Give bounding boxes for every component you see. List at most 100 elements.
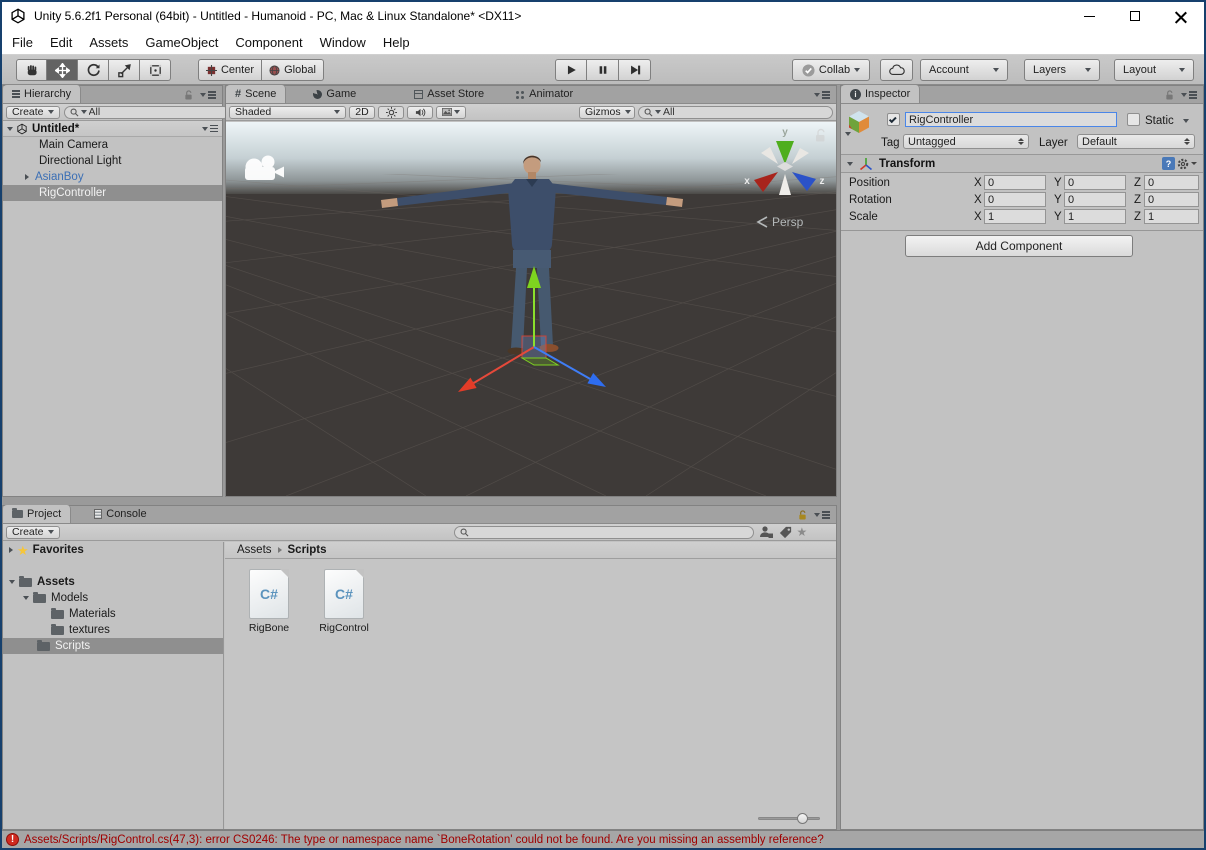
icon-zoom-slider[interactable] — [758, 813, 820, 824]
menu-assets[interactable]: Assets — [89, 35, 128, 50]
step-button[interactable] — [619, 59, 651, 81]
layer-dropdown[interactable]: Default — [1077, 134, 1195, 149]
lock-icon[interactable] — [798, 509, 807, 521]
pane-menu-icon[interactable] — [1181, 93, 1197, 97]
tree-materials[interactable]: Materials — [3, 606, 223, 622]
help-icon[interactable] — [1162, 157, 1175, 170]
breadcrumb-assets[interactable]: Assets — [237, 544, 272, 556]
tag-dropdown[interactable]: Untagged — [903, 134, 1029, 149]
tab-console[interactable]: Console — [85, 505, 155, 523]
slider-knob[interactable] — [797, 813, 808, 824]
shading-mode-dropdown[interactable]: Shaded — [229, 105, 346, 119]
tab-scene[interactable]: Scene — [226, 85, 287, 103]
rotation-z-field[interactable] — [1144, 192, 1199, 207]
tree-textures[interactable]: textures — [3, 622, 223, 638]
panel-resize-handle[interactable] — [2, 497, 837, 505]
menu-component[interactable]: Component — [235, 35, 302, 50]
hierarchy-search[interactable] — [63, 105, 230, 119]
toggle-2d-button[interactable]: 2D — [349, 105, 375, 119]
search-by-type-icon[interactable] — [758, 525, 774, 539]
menu-file[interactable]: File — [12, 35, 33, 50]
scale-x-field[interactable] — [984, 209, 1046, 224]
hierarchy-item-directional-light[interactable]: Directional Light — [3, 153, 222, 169]
object-name-field[interactable] — [905, 112, 1117, 127]
hierarchy-scene-row[interactable]: Untitled* — [3, 121, 222, 137]
foldout-icon[interactable] — [847, 161, 853, 166]
active-checkbox[interactable] — [887, 113, 900, 126]
account-dropdown[interactable]: Account — [920, 59, 1008, 81]
position-x-field[interactable] — [984, 175, 1046, 190]
move-tool-button[interactable] — [47, 59, 78, 81]
tab-game[interactable]: Game — [304, 85, 365, 103]
pivot-center-button[interactable]: Center — [198, 59, 262, 81]
global-button[interactable]: Global — [262, 59, 324, 81]
collapse-icon[interactable] — [23, 596, 29, 600]
pause-button[interactable] — [587, 59, 619, 81]
static-flags-arrow[interactable] — [1183, 119, 1189, 123]
rotation-y-field[interactable] — [1064, 192, 1126, 207]
pane-menu-icon[interactable] — [200, 93, 216, 97]
tab-inspector[interactable]: Inspector — [841, 85, 921, 103]
expand-icon[interactable] — [9, 547, 13, 553]
expand-icon[interactable] — [25, 174, 29, 180]
layers-dropdown[interactable]: Layers — [1024, 59, 1100, 81]
tab-animator[interactable]: Animator — [507, 85, 582, 103]
maximize-button[interactable] — [1112, 2, 1158, 30]
lighting-toggle-button[interactable] — [378, 105, 404, 119]
minimize-button[interactable] — [1066, 2, 1112, 30]
tree-assets[interactable]: Assets — [3, 574, 223, 590]
project-search[interactable] — [453, 525, 754, 539]
search-by-label-icon[interactable] — [778, 525, 793, 539]
audio-toggle-button[interactable] — [407, 105, 433, 119]
tab-project[interactable]: Project — [3, 505, 72, 523]
file-rigbone[interactable]: C# RigBone — [238, 569, 300, 634]
scene-row-menu-icon[interactable] — [202, 126, 218, 131]
transform-header[interactable]: Transform — [841, 154, 1203, 173]
rotate-tool-button[interactable] — [78, 59, 109, 81]
file-rigcontrol[interactable]: C# RigControl — [313, 569, 375, 634]
tab-asset-store[interactable]: Asset Store — [405, 85, 493, 103]
scene-search[interactable] — [638, 105, 833, 119]
static-checkbox[interactable] — [1127, 113, 1140, 126]
close-button[interactable] — [1158, 2, 1204, 30]
add-component-button[interactable]: Add Component — [905, 235, 1133, 257]
project-search-input[interactable] — [470, 526, 748, 538]
scene-viewport[interactable]: y x z Persp — [226, 122, 836, 496]
play-button[interactable] — [555, 59, 587, 81]
menu-edit[interactable]: Edit — [50, 35, 72, 50]
scale-z-field[interactable] — [1144, 209, 1199, 224]
rect-tool-button[interactable] — [140, 59, 171, 81]
tree-models[interactable]: Models — [3, 590, 223, 606]
layout-dropdown[interactable]: Layout — [1114, 59, 1194, 81]
scene-search-input[interactable] — [663, 106, 827, 118]
pane-menu-icon[interactable] — [814, 93, 830, 97]
lock-icon[interactable] — [184, 89, 193, 101]
scale-tool-button[interactable] — [109, 59, 140, 81]
hierarchy-search-input[interactable] — [88, 106, 224, 118]
position-y-field[interactable] — [1064, 175, 1126, 190]
effects-dropdown-button[interactable] — [436, 105, 466, 119]
tree-favorites[interactable]: Favorites — [3, 542, 223, 558]
gizmo-y-label[interactable]: y — [782, 127, 788, 138]
hierarchy-item-main-camera[interactable]: Main Camera — [3, 137, 222, 153]
save-search-star-icon[interactable] — [797, 526, 808, 539]
hand-tool-button[interactable] — [16, 59, 47, 81]
rotation-x-field[interactable] — [984, 192, 1046, 207]
gear-icon[interactable] — [1176, 157, 1190, 171]
gizmos-dropdown[interactable]: Gizmos — [579, 105, 635, 119]
hierarchy-item-asianboy[interactable]: AsianBoy — [3, 169, 222, 185]
tree-scripts[interactable]: Scripts — [3, 638, 223, 654]
menu-gameobject[interactable]: GameObject — [145, 35, 218, 50]
hierarchy-item-rigcontroller[interactable]: RigController — [3, 185, 222, 201]
gizmo-z-label[interactable]: z — [820, 176, 825, 187]
menu-window[interactable]: Window — [320, 35, 366, 50]
scale-y-field[interactable] — [1064, 209, 1126, 224]
collab-button[interactable]: Collab — [792, 59, 870, 81]
icon-picker-arrow[interactable] — [845, 132, 851, 136]
menu-help[interactable]: Help — [383, 35, 410, 50]
status-bar[interactable]: Assets/Scripts/RigControl.cs(47,3): erro… — [2, 830, 1204, 848]
position-z-field[interactable] — [1144, 175, 1199, 190]
create-button[interactable]: Create — [6, 105, 60, 119]
pane-menu-icon[interactable] — [814, 513, 830, 517]
gizmo-x-label[interactable]: x — [744, 176, 750, 187]
